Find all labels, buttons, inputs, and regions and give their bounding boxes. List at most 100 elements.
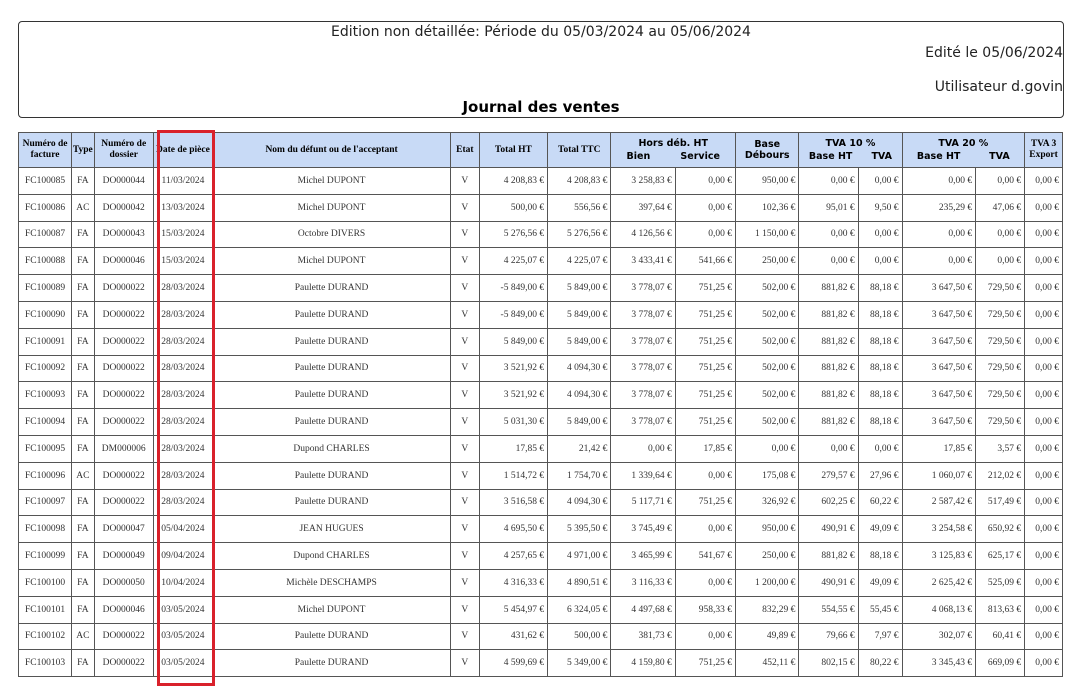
table-row: FC100095 FA DM000006 28/03/2024 Dupond CHARL… — [17, 434, 1063, 463]
cell-num-facture: FC100094 — [17, 408, 73, 436]
cell-etat: V — [450, 542, 480, 570]
cell-type: AC — [71, 461, 95, 490]
cell-tva10-base: 881,82 € — [798, 542, 859, 570]
cell-tva20-tva: 3,57 € — [975, 434, 1026, 463]
cell-tva20-tva: 729,50 € — [975, 327, 1026, 356]
cell-hors-deb-service: 0,00 € — [674, 220, 737, 249]
table-row: FC100092 FA DO000022 28/03/2024 Paulette DUR… — [17, 354, 1063, 383]
cell-num-dossier: DO000043 — [93, 220, 154, 249]
cell-nom: Paulette DURAND — [212, 274, 452, 302]
cell-tva20-tva: 729,50 € — [975, 408, 1026, 436]
cell-tva3-export: 0,00 € — [1024, 649, 1063, 678]
cell-tva10-tva: 0,00 € — [857, 220, 903, 249]
cell-tva20-tva: 212,02 € — [975, 461, 1026, 490]
cell-num-facture: FC100093 — [17, 381, 73, 410]
table-row: FC100099 FA DO000049 09/04/2024 Dupond CHARL… — [17, 542, 1063, 570]
col-tva20-label: TVA 20 % — [938, 138, 989, 149]
cell-total-ttc: 4 890,51 € — [547, 568, 612, 597]
cell-hors-deb-service: 17,85 € — [674, 434, 737, 463]
cell-etat: V — [450, 327, 480, 356]
cell-tva20-base: 3 254,58 € — [901, 515, 977, 544]
cell-tva10-tva: 88,18 € — [857, 381, 903, 410]
cell-num-facture: FC100089 — [17, 274, 73, 302]
cell-total-ttc: 4 208,83 € — [547, 167, 612, 195]
cell-nom: Michel DUPONT — [212, 247, 452, 276]
cell-num-facture: FC100091 — [17, 327, 73, 356]
cell-nom: Michèle DESCHAMPS — [212, 568, 452, 597]
cell-hors-deb-bien: 3 778,07 € — [610, 300, 676, 329]
cell-tva20-base: 4 068,13 € — [901, 595, 977, 624]
cell-date-piece: 28/03/2024 — [152, 300, 214, 329]
cell-tva10-base: 802,15 € — [798, 649, 859, 678]
cell-tva10-tva: 88,18 € — [857, 542, 903, 570]
cell-tva20-base: 3 125,83 € — [901, 542, 977, 570]
cell-tva3-export: 0,00 € — [1024, 595, 1063, 624]
cell-tva10-tva: 60,22 € — [857, 488, 903, 517]
cell-total-ht: 4 208,83 € — [478, 167, 549, 195]
cell-num-dossier: DO000022 — [93, 354, 154, 383]
journal-title: Journal des ventes — [462, 98, 620, 116]
cell-hors-deb-service: 751,25 € — [674, 381, 737, 410]
cell-total-ht: 17,85 € — [478, 434, 549, 463]
cell-hors-deb-service: 958,33 € — [674, 595, 737, 624]
cell-hors-deb-bien: 3 778,07 € — [610, 327, 676, 356]
cell-tva3-export: 0,00 € — [1024, 408, 1063, 436]
cell-num-dossier: DO000046 — [93, 595, 154, 624]
cell-total-ttc: 4 094,30 € — [547, 488, 612, 517]
cell-date-piece: 09/04/2024 — [152, 542, 214, 570]
col-hors-deb-label: Hors déb. HT — [638, 138, 708, 149]
cell-num-facture: FC100103 — [17, 649, 73, 678]
cell-hors-deb-bien: 3 258,83 € — [610, 167, 676, 195]
cell-tva20-tva: 729,50 € — [975, 274, 1026, 302]
table-row: FC100097 FA DO000022 28/03/2024 Paulette DUR… — [17, 488, 1063, 517]
cell-type: FA — [71, 220, 95, 249]
cell-tva10-tva: 0,00 € — [857, 247, 903, 276]
cell-tva10-base: 490,91 € — [798, 568, 859, 597]
cell-type: FA — [71, 247, 95, 276]
cell-base-debours: 1 150,00 € — [735, 220, 800, 249]
cell-total-ht: 500,00 € — [478, 193, 549, 222]
cell-tva20-base: 3 647,50 € — [901, 274, 977, 302]
cell-base-debours: 950,00 € — [735, 167, 800, 195]
cell-base-debours: 250,00 € — [735, 247, 800, 276]
cell-base-debours: 502,00 € — [735, 327, 800, 356]
cell-base-debours: 452,11 € — [735, 649, 800, 678]
cell-tva20-base: 3 647,50 € — [901, 300, 977, 329]
cell-total-ttc: 556,56 € — [547, 193, 612, 222]
cell-num-facture: FC100087 — [17, 220, 73, 249]
cell-etat: V — [450, 595, 480, 624]
cell-num-dossier: DM000006 — [93, 434, 154, 463]
cell-num-dossier: DO000049 — [93, 542, 154, 570]
cell-total-ttc: 5 349,00 € — [547, 649, 612, 678]
cell-hors-deb-service: 751,25 € — [674, 649, 737, 678]
table-row: FC100100 FA DO000050 10/04/2024 Michèle DESC… — [17, 568, 1063, 597]
cell-hors-deb-bien: 3 778,07 € — [610, 408, 676, 436]
cell-base-debours: 1 200,00 € — [735, 568, 800, 597]
cell-hors-deb-service: 0,00 € — [674, 568, 737, 597]
cell-tva10-base: 554,55 € — [798, 595, 859, 624]
cell-base-debours: 502,00 € — [735, 354, 800, 383]
col-date-piece: Date de pièce — [152, 132, 214, 168]
cell-num-dossier: DO000022 — [93, 649, 154, 678]
cell-hors-deb-bien: 4 159,80 € — [610, 649, 676, 678]
cell-tva3-export: 0,00 € — [1024, 354, 1063, 383]
cell-total-ht: 5 849,00 € — [478, 327, 549, 356]
cell-etat: V — [450, 220, 480, 249]
col-num-dossier: Numéro de dossier — [93, 132, 154, 168]
cell-hors-deb-bien: 3 465,99 € — [610, 542, 676, 570]
cell-hors-deb-bien: 3 116,33 € — [610, 568, 676, 597]
cell-num-dossier: DO000022 — [93, 274, 154, 302]
cell-tva10-tva: 9,50 € — [857, 193, 903, 222]
table-row: FC100098 FA DO000047 05/04/2024 JEAN HUGUES V… — [17, 515, 1063, 544]
table-row: FC100102 AC DO000022 03/05/2024 Paulette DUR… — [17, 622, 1063, 651]
cell-nom: Paulette DURAND — [212, 622, 452, 651]
cell-hors-deb-bien: 1 339,64 € — [610, 461, 676, 490]
cell-total-ht: 1 514,72 € — [478, 461, 549, 490]
cell-total-ht: 4 316,33 € — [478, 568, 549, 597]
cell-tva20-base: 302,07 € — [901, 622, 977, 651]
col-tva10-label: TVA 10 % — [825, 138, 876, 149]
cell-type: FA — [71, 354, 95, 383]
cell-num-dossier: DO000022 — [93, 381, 154, 410]
cell-tva10-tva: 0,00 € — [857, 167, 903, 195]
cell-num-facture: FC100096 — [17, 461, 73, 490]
